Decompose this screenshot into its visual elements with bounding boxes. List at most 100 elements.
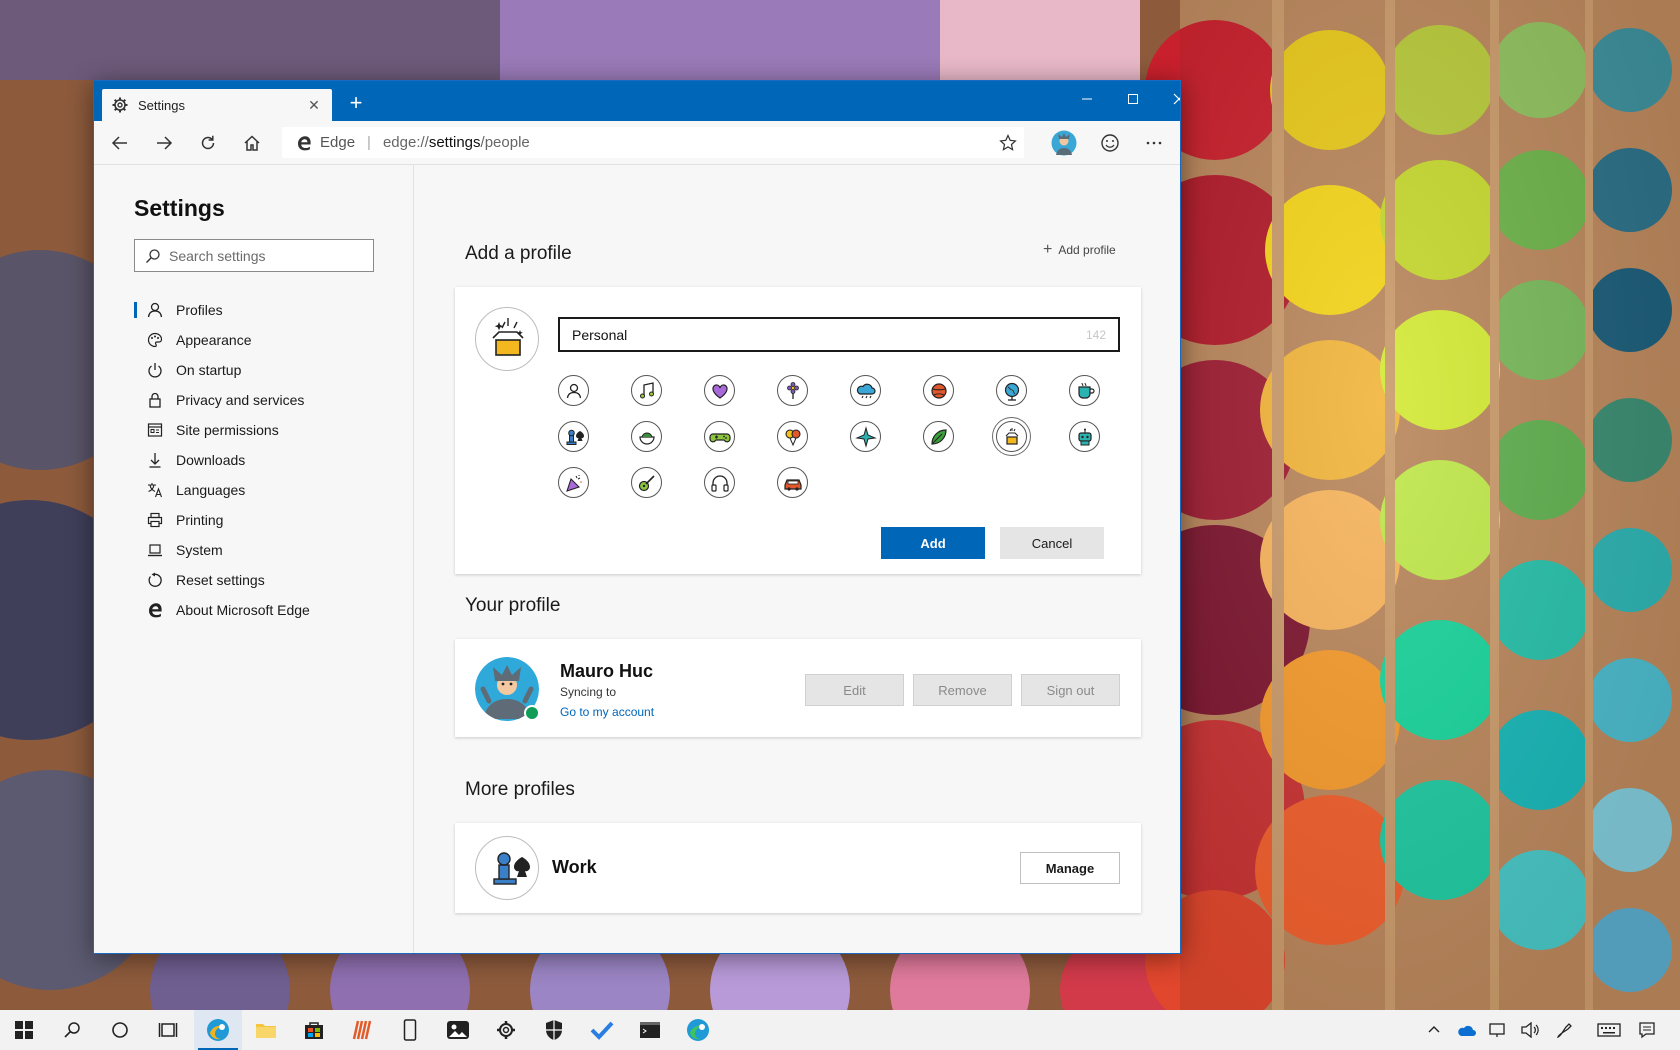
search-icon: [146, 248, 160, 263]
manage-button[interactable]: Manage: [1020, 852, 1120, 884]
task-view-button[interactable]: [144, 1010, 192, 1050]
avatar-option-robot-icon[interactable]: [1069, 421, 1100, 452]
sidebar-item-about-microsoft-edge[interactable]: About Microsoft Edge: [134, 595, 414, 625]
go-to-account-link[interactable]: Go to my account: [560, 705, 654, 719]
sidebar-item-site-permissions[interactable]: Site permissions: [134, 415, 414, 445]
home-button[interactable]: [236, 127, 268, 159]
feedback-button[interactable]: [1094, 127, 1126, 159]
sign-out-button[interactable]: Sign out: [1021, 674, 1120, 706]
search-settings-box[interactable]: [134, 239, 374, 272]
character-counter: 142: [1085, 327, 1106, 342]
settings-more-button[interactable]: [1138, 127, 1170, 159]
maximize-button[interactable]: [1110, 81, 1156, 117]
tab-settings[interactable]: Settings ✕: [102, 89, 332, 121]
download-icon: [146, 451, 164, 469]
avatar-option-gamepad-icon[interactable]: [704, 421, 735, 452]
network-icon[interactable]: [1488, 1020, 1508, 1040]
avatar-option-person-icon[interactable]: [558, 375, 589, 406]
new-tab-button[interactable]: +: [344, 91, 368, 115]
cortana-icon: [112, 1022, 128, 1038]
photos-icon: [447, 1021, 469, 1039]
favorite-star-icon[interactable]: [998, 133, 1018, 153]
store-taskbar[interactable]: [290, 1010, 338, 1050]
sidebar-item-reset-settings[interactable]: Reset settings: [134, 565, 414, 595]
work-profile-avatar: [475, 836, 539, 900]
start-button[interactable]: [0, 1010, 48, 1050]
avatar-option-coffee-cup-icon[interactable]: [1069, 375, 1100, 406]
sidebar-item-privacy-and-services[interactable]: Privacy and services: [134, 385, 414, 415]
close-window-button[interactable]: [1156, 81, 1180, 117]
chess-icon: [493, 852, 530, 885]
sidebar-item-on-startup[interactable]: On startup: [134, 355, 414, 385]
keyboard-icon[interactable]: [1596, 1020, 1622, 1040]
todo-taskbar[interactable]: [578, 1010, 626, 1050]
avatar-option-balloons-icon[interactable]: [777, 421, 808, 452]
cloud-icon: [856, 383, 876, 398]
pen-workspace-icon[interactable]: [1555, 1020, 1575, 1040]
tab-close-icon[interactable]: ✕: [306, 97, 322, 114]
address-bar[interactable]: Edge | edge://settings/people: [282, 127, 1024, 158]
sidebar-item-appearance[interactable]: Appearance: [134, 325, 414, 355]
sidebar-item-downloads[interactable]: Downloads: [134, 445, 414, 475]
file-explorer-taskbar[interactable]: [242, 1010, 290, 1050]
search-taskbar-button[interactable]: [48, 1010, 96, 1050]
edit-button[interactable]: Edit: [805, 674, 904, 706]
minimize-button[interactable]: [1064, 81, 1110, 117]
ball-icon: [930, 382, 947, 399]
avatar-option-ball-icon[interactable]: [923, 375, 954, 406]
avatar-option-flower-icon[interactable]: [777, 375, 808, 406]
sidebar-item-system[interactable]: System: [134, 535, 414, 565]
sidebar-item-profiles[interactable]: Profiles: [134, 295, 414, 325]
task-view-icon: [158, 1023, 178, 1037]
avatar-option-gift-box-icon[interactable]: [996, 421, 1027, 452]
avatar-option-headphones-icon[interactable]: [704, 467, 735, 498]
url-host: settings: [428, 134, 481, 151]
back-button[interactable]: [104, 127, 136, 159]
avatar-option-cloud-icon[interactable]: [850, 375, 881, 406]
gamepad-icon: [708, 432, 731, 442]
avatar-option-party-icon[interactable]: [558, 467, 589, 498]
forward-button[interactable]: [148, 127, 180, 159]
person-icon: [146, 301, 164, 319]
notifications-icon[interactable]: [1637, 1020, 1657, 1040]
tab-title: Settings: [138, 97, 185, 113]
settings-taskbar[interactable]: [482, 1010, 530, 1050]
search-icon: [64, 1022, 80, 1038]
photos-taskbar[interactable]: [434, 1010, 482, 1050]
edge-beta-taskbar[interactable]: [674, 1010, 722, 1050]
tray-overflow-chevron-icon[interactable]: [1424, 1020, 1444, 1040]
avatar-option-leaf-icon[interactable]: [923, 421, 954, 452]
avatar-option-music-note-icon[interactable]: [631, 375, 662, 406]
search-input[interactable]: [169, 247, 369, 264]
avatar-option-globe-icon[interactable]: [996, 375, 1027, 406]
avatar-option-car-icon[interactable]: [777, 467, 808, 498]
refresh-button[interactable]: [192, 127, 224, 159]
sidebar-item-label: Reset settings: [176, 572, 265, 588]
profile-name-input[interactable]: [572, 326, 1086, 343]
cancel-button[interactable]: Cancel: [1000, 527, 1104, 559]
avatar-option-bowl-icon[interactable]: [631, 421, 662, 452]
gear-icon: [497, 1021, 515, 1039]
profile-button[interactable]: [1048, 127, 1080, 159]
edge-canary-taskbar[interactable]: [194, 1010, 242, 1050]
sidebar-item-languages[interactable]: Languages: [134, 475, 414, 505]
volume-icon[interactable]: [1520, 1020, 1540, 1040]
sidebar-item-label: About Microsoft Edge: [176, 602, 310, 618]
add-button[interactable]: Add: [881, 527, 985, 559]
app-taskbar-1[interactable]: [338, 1010, 386, 1050]
avatar-option-airplane-icon[interactable]: [850, 421, 881, 452]
avatar-option-guitar-icon[interactable]: [631, 467, 662, 498]
phone-taskbar[interactable]: [386, 1010, 434, 1050]
remove-button[interactable]: Remove: [913, 674, 1012, 706]
selected-avatar-preview: [475, 307, 539, 371]
security-taskbar[interactable]: [530, 1010, 578, 1050]
cortana-button[interactable]: [96, 1010, 144, 1050]
terminal-taskbar[interactable]: [626, 1010, 674, 1050]
avatar-option-heart-icon[interactable]: [704, 375, 735, 406]
avatar-option-chess-icon[interactable]: [558, 421, 589, 452]
sidebar-item-printing[interactable]: Printing: [134, 505, 414, 535]
profile-name-field[interactable]: 142: [558, 317, 1120, 352]
add-profile-button[interactable]: + Add profile: [1043, 241, 1116, 259]
paint-stripes-icon: [352, 1020, 372, 1040]
onedrive-cloud-icon[interactable]: [1456, 1020, 1476, 1040]
